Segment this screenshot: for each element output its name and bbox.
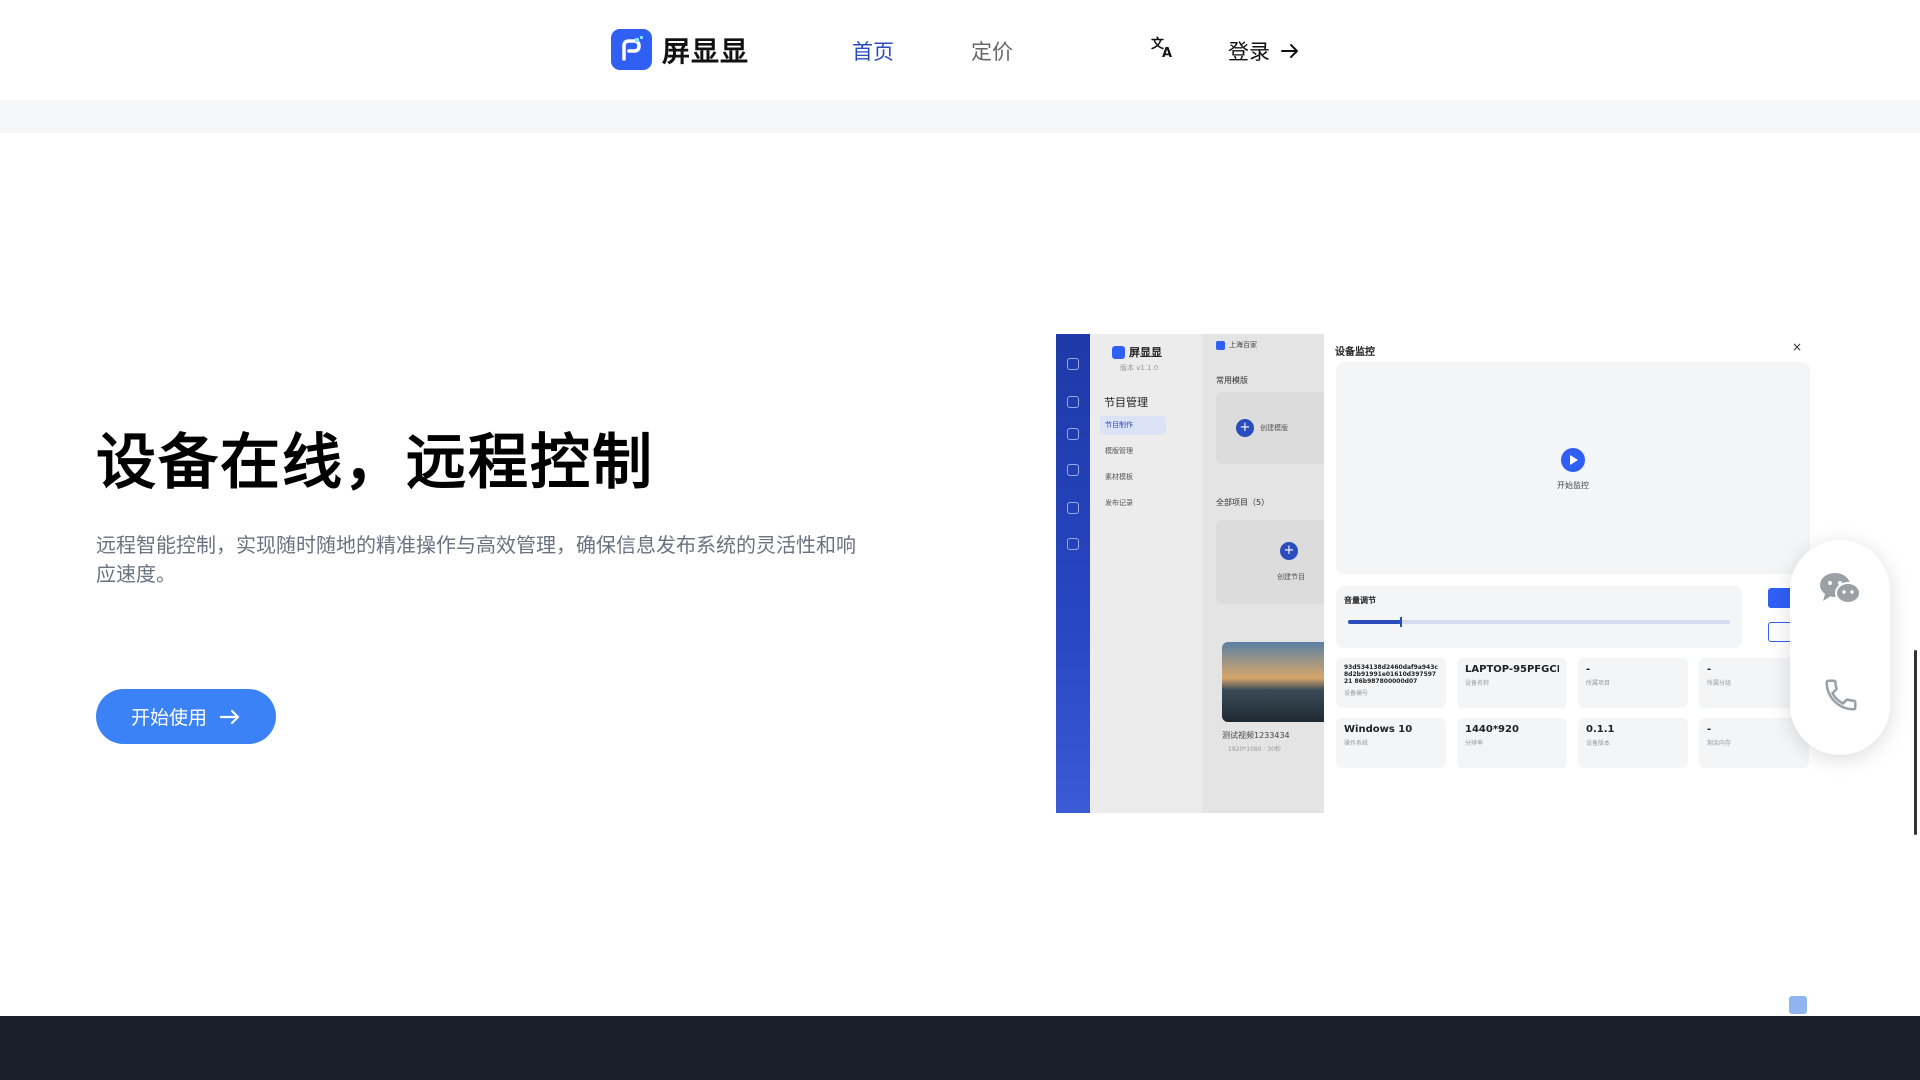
nav-home-link[interactable]: 首页: [852, 36, 894, 66]
top-navigation-bar: 屏显显 首页 定价 文 A 登录: [0, 0, 1920, 100]
info-value: -: [1707, 724, 1712, 735]
device-icon: [1067, 502, 1079, 514]
floating-contact-widget: [1790, 540, 1890, 755]
language-translate-icon[interactable]: 文 A: [1150, 34, 1176, 61]
login-label: 登录: [1228, 40, 1270, 64]
preview-project-meta: 1920*1080 · 30秒: [1228, 746, 1281, 753]
get-started-button[interactable]: 开始使用: [96, 689, 276, 744]
settings-icon: [1067, 538, 1079, 550]
info-value: -: [1707, 664, 1712, 675]
info-card-resolution: 1440*920 分辨率: [1457, 718, 1567, 768]
info-value: 93d534138d2460daf9a943c8d2b91991e01610d3…: [1344, 664, 1438, 685]
phone-icon[interactable]: [1822, 676, 1860, 718]
info-value: 0.1.1: [1586, 724, 1615, 735]
layers-icon: [1067, 428, 1079, 440]
hero-description: 远程智能控制，实现随时随地的精准操作与高效管理，确保信息发布系统的灵活性和响应速…: [96, 533, 856, 586]
arrow-right-icon: [1281, 44, 1298, 58]
info-value: LAPTOP-95PFGCP9: [1465, 664, 1559, 675]
preview-store-selector: 上海百家: [1216, 340, 1257, 350]
device-monitor-modal: 设备监控 × 开始监控 音量调节 3 93d534138d2460daf9a94…: [1324, 334, 1818, 813]
chart-icon: [1067, 464, 1079, 476]
login-button[interactable]: 登录: [1228, 36, 1300, 66]
play-icon: [1561, 448, 1585, 472]
info-label: 分辨率: [1465, 740, 1484, 747]
preview-create-template-label: 创建模版: [1260, 424, 1288, 432]
info-label: 设备名称: [1465, 680, 1490, 687]
info-label: 剩余内存: [1707, 740, 1732, 747]
preview-project-name: 测试视频1233434: [1222, 731, 1290, 740]
header-divider-band: [0, 100, 1920, 133]
info-value: 1440*920: [1465, 724, 1519, 735]
wechat-icon[interactable]: [1818, 570, 1862, 612]
preview-sidebar-item: 发布记录: [1105, 499, 1133, 507]
plus-icon: +: [1280, 542, 1298, 560]
modal-title: 设备监控: [1335, 347, 1375, 358]
close-icon: ×: [1791, 340, 1802, 354]
home-icon: [1067, 358, 1079, 370]
info-card-device-name: LAPTOP-95PFGCP9 设备名称: [1457, 658, 1567, 708]
info-label: 设备编号: [1344, 690, 1369, 697]
info-label: 操作系统: [1344, 740, 1369, 747]
preview-sidebar-item: 模版管理: [1105, 447, 1133, 455]
app-preview-screenshot: 屏显显 版本 v1.1.0 节目管理 节目制作 模版管理 素材模板 发布记录 上…: [1056, 334, 1818, 813]
preview-logo-icon: [1112, 345, 1125, 359]
page-footer: [0, 1016, 1920, 1080]
info-card-os: Windows 10 操作系统: [1336, 718, 1446, 768]
logo-icon: [611, 29, 652, 70]
info-value: -: [1586, 664, 1591, 675]
get-started-label: 开始使用: [130, 707, 207, 729]
info-label: 所属项目: [1586, 680, 1611, 687]
preview-brand: 屏显显: [1112, 344, 1162, 360]
info-label: 所属分组: [1707, 680, 1732, 687]
preview-store-name: 上海百家: [1229, 341, 1257, 349]
widget-icon: [1789, 996, 1807, 1014]
nav-pricing-link[interactable]: 定价: [971, 36, 1013, 66]
volume-label: 音量调节: [1344, 596, 1376, 605]
preview-all-projects-label: 全部项目（5）: [1216, 498, 1270, 507]
hero-title: 设备在线，远程控制: [96, 428, 654, 498]
preview-sidebar-title: 节目管理: [1104, 396, 1148, 409]
brand-logo[interactable]: 屏显显: [611, 29, 749, 70]
info-card-project: - 所属项目: [1578, 658, 1688, 708]
preview-sidebar-item: 素材模板: [1105, 473, 1133, 481]
monitor-view: 开始监控: [1336, 362, 1810, 574]
plus-icon: +: [1236, 419, 1254, 437]
info-value: Windows 10: [1344, 724, 1413, 735]
preview-version: 版本 v1.1.0: [1120, 364, 1159, 372]
preview-brand-name: 屏显显: [1129, 346, 1162, 359]
svg-text:A: A: [1162, 46, 1172, 60]
arrow-right-icon: [219, 709, 240, 724]
volume-slider: 3: [1348, 617, 1730, 670]
preview-sidebar: 屏显显 版本 v1.1.0 节目管理 节目制作 模版管理 素材模板 发布记录: [1090, 334, 1202, 813]
page-scrollbar[interactable]: [1914, 650, 1917, 835]
brand-name: 屏显显: [662, 34, 750, 68]
store-icon: [1216, 340, 1225, 350]
info-card-memory: - 剩余内存: [1699, 718, 1809, 768]
preview-icon-rail: [1056, 334, 1090, 813]
volume-slider-handle: [1400, 617, 1402, 627]
volume-slider-fill: [1348, 620, 1401, 624]
volume-panel: 音量调节 3: [1336, 586, 1742, 670]
preview-sidebar-item: 节目制作: [1100, 416, 1166, 435]
preview-common-templates-label: 常用模版: [1216, 376, 1248, 385]
info-card-device-id: 93d534138d2460daf9a943c8d2b91991e01610d3…: [1336, 658, 1446, 708]
info-label: 设备版本: [1586, 740, 1611, 747]
program-icon: [1067, 396, 1079, 408]
start-monitor-label: 开始监控: [1557, 481, 1589, 490]
info-card-version: 0.1.1 设备版本: [1578, 718, 1688, 768]
